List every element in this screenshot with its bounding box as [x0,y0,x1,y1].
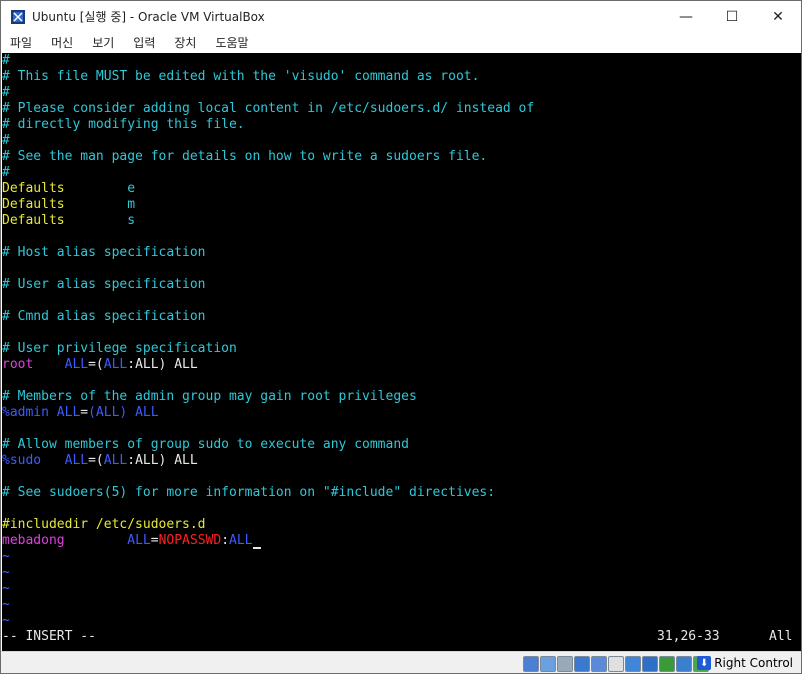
usb-icon[interactable] [591,656,607,672]
minimize-button[interactable]: — [663,1,709,32]
host-key-label: Right Control [714,656,793,670]
editor-line: root ALL=(ALL:ALL) ALL [2,357,198,372]
editor-line: # Allow members of group sudo to execute… [2,437,409,452]
editor-line: Defaults s [2,213,136,228]
vm-status-bar: ⬇ Right Control [1,651,801,673]
menu-bar: 파일 머신 보기 입력 장치 도움말 [1,32,801,53]
menu-input[interactable]: 입력 [133,34,155,51]
virtualbox-app-icon [10,9,26,25]
editor-line: mebadong ALL=NOPASSWD:ALL [2,533,261,549]
empty-line-marker: ~ [2,597,10,612]
editor-line: #includedir /etc/sudoers.d [2,517,206,532]
empty-line-marker: ~ [2,581,10,596]
close-button[interactable]: ✕ [755,1,801,32]
editor-line: %admin ALL=(ALL) ALL [2,405,159,420]
empty-line-marker: ~ [2,549,10,564]
editor-line: # [2,85,10,100]
vim-mode-indicator: -- INSERT -- [2,629,96,644]
editor-line: # Please consider adding local content i… [2,101,535,116]
text-cursor [252,547,261,549]
editor-line: # [2,165,10,180]
network-icon[interactable] [574,656,590,672]
editor-line: Defaults m [2,197,136,212]
hdd-icon[interactable] [523,656,539,672]
editor-line: # Host alias specification [2,245,206,260]
editor-line: # Members of the admin group may gain ro… [2,389,417,404]
virtualization-icon[interactable] [676,656,692,672]
video-capture-icon[interactable] [642,656,658,672]
editor-line: # See the man page for details on how to… [2,149,488,164]
title-bar[interactable]: Ubuntu [실행 중] - Oracle VM VirtualBox — ☐… [1,1,801,32]
display-icon[interactable] [625,656,641,672]
editor-line: # User privilege specification [2,341,237,356]
menu-devices[interactable]: 장치 [174,34,196,51]
menu-view[interactable]: 보기 [92,34,114,51]
editor-line: # See sudoers(5) for more information on… [2,485,496,500]
window-title: Ubuntu [실행 중] - Oracle VM VirtualBox [32,10,265,24]
editor-line: # [2,53,10,68]
cursor-position: 31,26-33 [657,629,720,644]
editor-line: # directly modifying this file. [2,117,245,132]
vm-screen[interactable]: # # This file MUST be edited with the 'vi… [2,53,801,651]
virtualbox-window: Ubuntu [실행 중] - Oracle VM VirtualBox — ☐… [0,0,802,674]
editor-line: # Cmnd alias specification [2,309,206,324]
editor-line: %sudo ALL=(ALL:ALL) ALL [2,453,198,468]
cpu-icon[interactable] [659,656,675,672]
scroll-indicator: All [769,629,793,644]
empty-line-marker: ~ [2,565,10,580]
host-key-indicator[interactable]: ⬇ Right Control [697,656,793,670]
menu-file[interactable]: 파일 [10,34,32,51]
editor-line: Defaults e [2,181,136,196]
editor-line: # This file MUST be edited with the 'vis… [2,69,480,84]
empty-line-marker: ~ [2,613,10,628]
audio-icon[interactable] [557,656,573,672]
menu-machine[interactable]: 머신 [51,34,73,51]
optical-disk-icon[interactable] [540,656,556,672]
shared-folders-icon[interactable] [608,656,624,672]
editor-line: # [2,133,10,148]
menu-help[interactable]: 도움말 [215,34,248,51]
maximize-button[interactable]: ☐ [709,1,755,32]
editor-line: # User alias specification [2,277,206,292]
host-key-arrow-icon: ⬇ [697,656,712,670]
